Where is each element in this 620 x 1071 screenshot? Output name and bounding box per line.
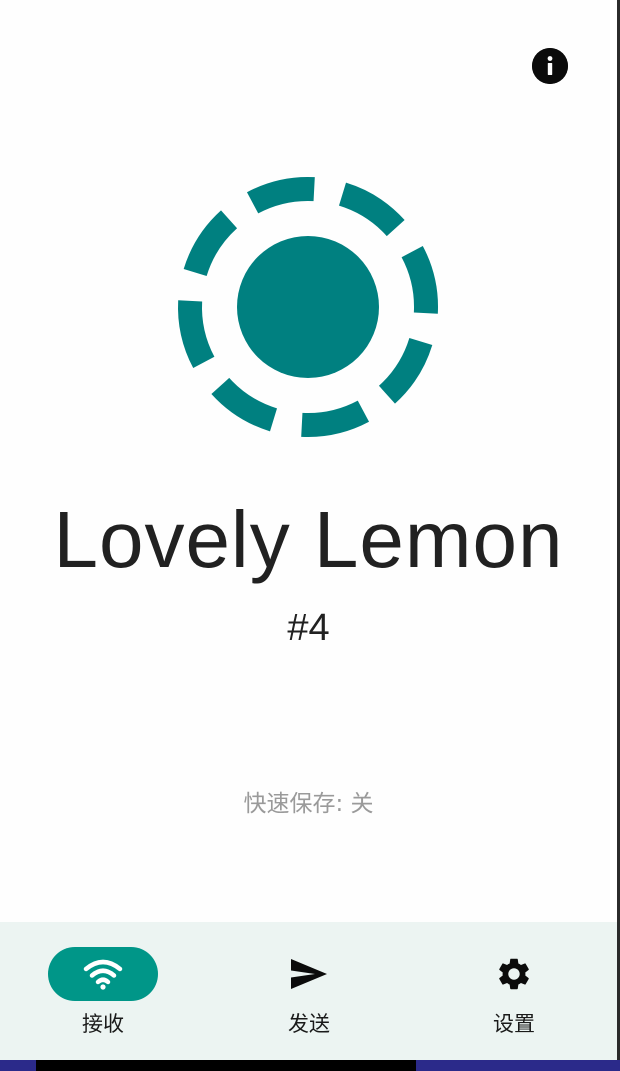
- logo-ring-segment: [378, 337, 433, 404]
- device-name: Lovely Lemon: [53, 495, 564, 584]
- nav-item-settings[interactable]: 设置: [411, 922, 617, 1060]
- system-navigation-bar: [0, 1060, 620, 1071]
- nav-active-indicator: [48, 947, 158, 1001]
- logo-ring-segment: [183, 210, 238, 277]
- nav-item-receive[interactable]: 接收: [0, 922, 206, 1060]
- device-number: #4: [287, 607, 330, 649]
- nav-label-send: 发送: [288, 1012, 330, 1036]
- device-logo: [178, 177, 438, 437]
- system-bar-segment: [36, 1060, 416, 1071]
- app-screen: Lovely Lemon #4 快速保存: 关 接收 发送 设置: [0, 0, 620, 1071]
- logo-ring-segment: [401, 245, 438, 314]
- logo-ring-segment: [178, 300, 215, 369]
- logo-ring-segment: [211, 377, 278, 432]
- bottom-navigation: 接收 发送 设置: [0, 922, 617, 1060]
- nav-label-settings: 设置: [493, 1012, 535, 1036]
- logo-center-dot: [237, 236, 379, 378]
- nav-icon-holder: [254, 947, 364, 1001]
- send-icon: [291, 959, 327, 989]
- nav-label-receive: 接收: [82, 1012, 124, 1036]
- logo-ring-segment: [246, 177, 315, 214]
- logo-ring-segment: [301, 400, 370, 437]
- gear-icon: [499, 958, 529, 990]
- wifi-icon: [83, 959, 123, 990]
- nav-item-send[interactable]: 发送: [206, 922, 412, 1060]
- quick-save-status: 快速保存: 关: [243, 791, 374, 817]
- info-button[interactable]: [532, 48, 568, 84]
- nav-icon-holder: [459, 947, 569, 1001]
- logo-ring-segment: [338, 182, 405, 237]
- info-icon: [532, 48, 568, 84]
